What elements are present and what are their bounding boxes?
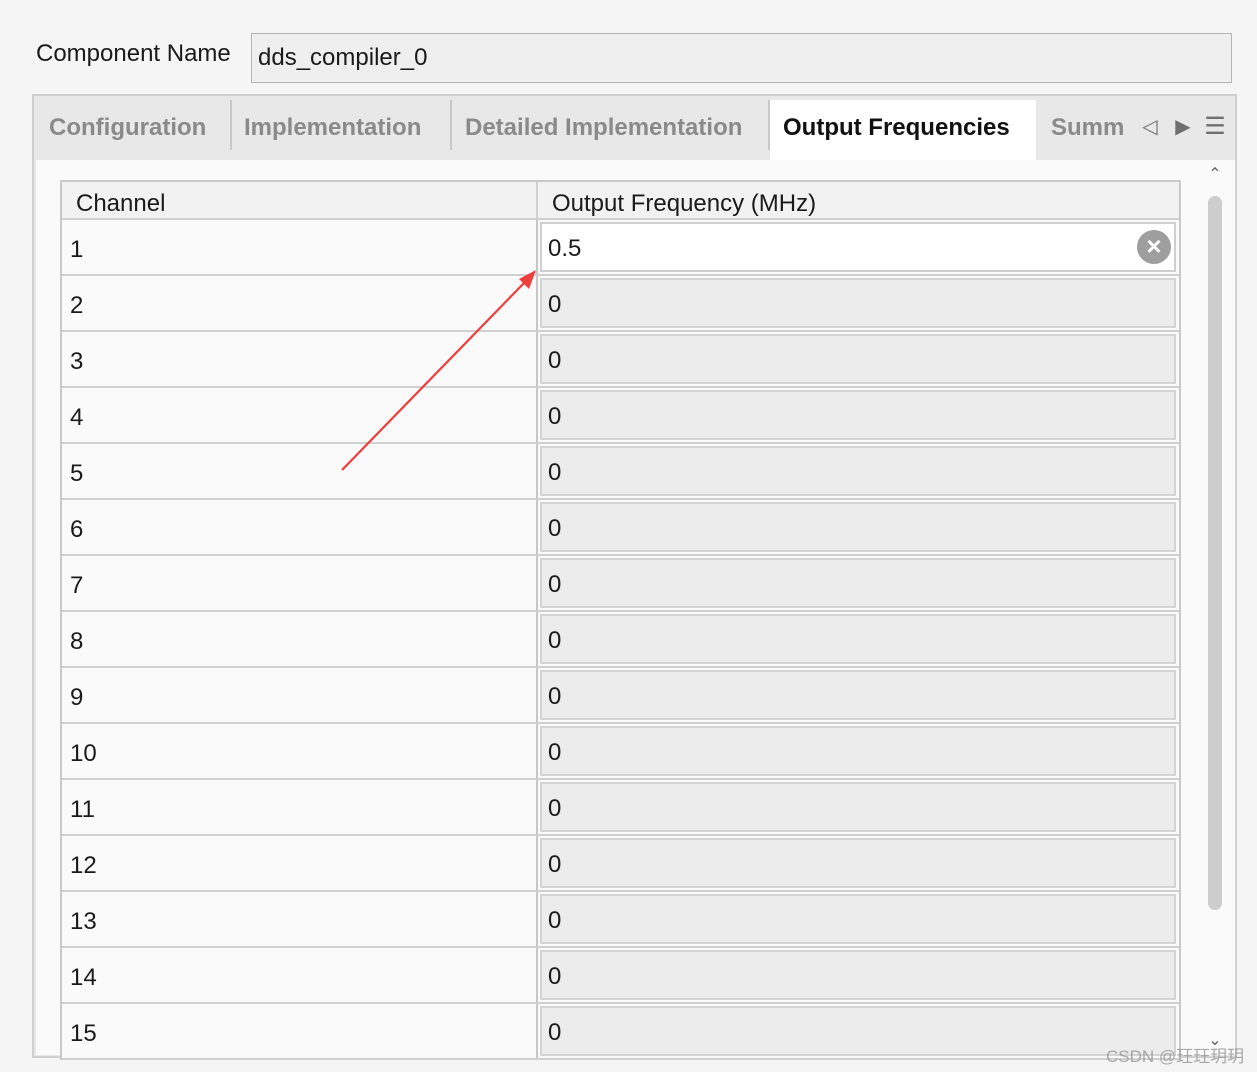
annotation-arrow bbox=[341, 270, 536, 471]
arrow-shaft bbox=[341, 282, 525, 471]
watermark: CSDN @玨玨玥玥 bbox=[1106, 1047, 1245, 1066]
